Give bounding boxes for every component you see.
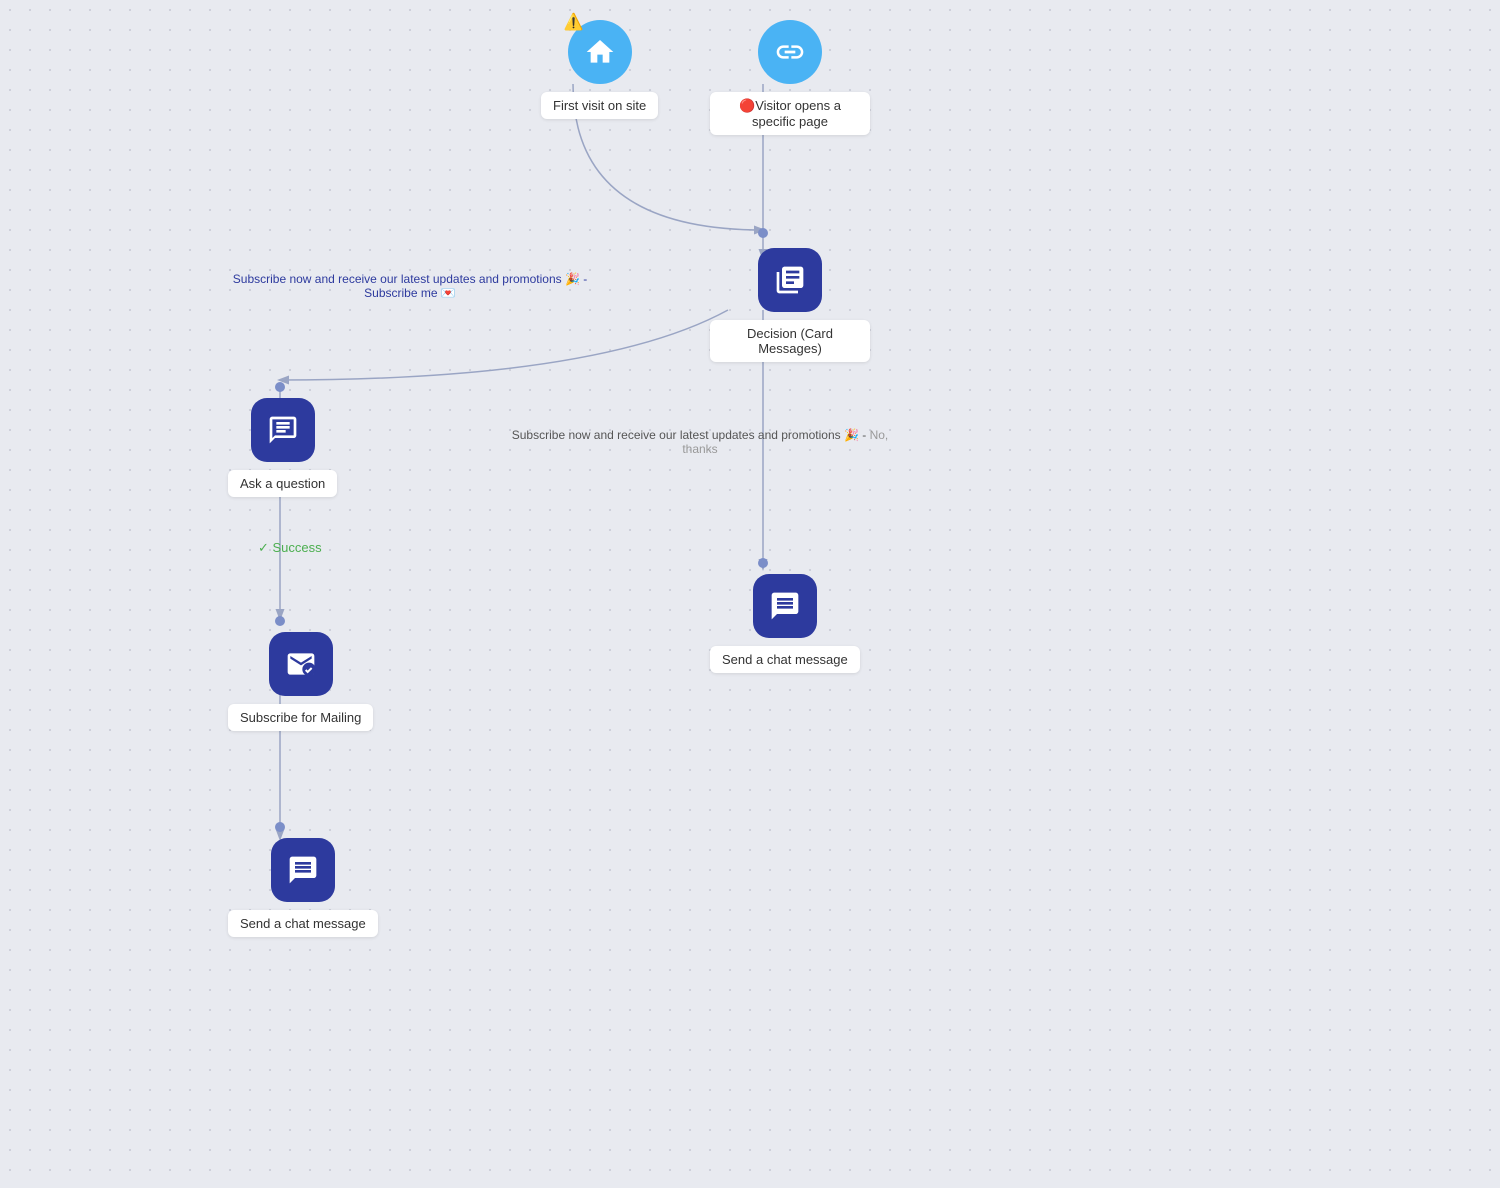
decision-icon [758,248,822,312]
edge-label-no-thanks: Subscribe now and receive our latest upd… [510,428,890,456]
node-first-visit[interactable]: ⚠️ First visit on site [541,20,658,119]
node-subscribe-mailing[interactable]: Subscribe for Mailing [228,632,373,731]
merge-dot [758,228,768,238]
node-decision[interactable]: Decision (Card Messages) [710,248,870,362]
send-chat-bottom-icon [271,838,335,902]
first-visit-label: First visit on site [541,92,658,119]
ask-question-label: Ask a question [228,470,337,497]
send-chat-right-dot [758,558,768,568]
send-chat-right-label: Send a chat message [710,646,860,673]
send-chat-right-icon [753,574,817,638]
warning-icon: ⚠️ [564,12,584,32]
subscribe-mailing-icon [269,632,333,696]
first-visit-icon: ⚠️ [568,20,632,84]
subscribe-mailing-dot [275,616,285,626]
send-chat-bottom-dot [275,822,285,832]
success-label: ✓ Success [258,540,322,556]
node-send-chat-right[interactable]: Send a chat message [710,574,860,673]
send-chat-bottom-label: Send a chat message [228,910,378,937]
visitor-opens-label: 🔴Visitor opens a specific page [710,92,870,135]
ask-question-dot [275,382,285,392]
decision-label: Decision (Card Messages) [710,320,870,362]
subscribe-mailing-label: Subscribe for Mailing [228,704,373,731]
node-visitor-opens[interactable]: 🔴Visitor opens a specific page [710,20,870,135]
node-send-chat-bottom[interactable]: Send a chat message [228,838,378,937]
flow-canvas: ⚠️ First visit on site 🔴Visitor opens a … [0,0,1500,1188]
ask-question-icon [251,398,315,462]
node-ask-question[interactable]: Ask a question [228,398,337,497]
edge-label-subscribe-yes: Subscribe now and receive our latest upd… [230,272,590,300]
visitor-opens-icon [758,20,822,84]
